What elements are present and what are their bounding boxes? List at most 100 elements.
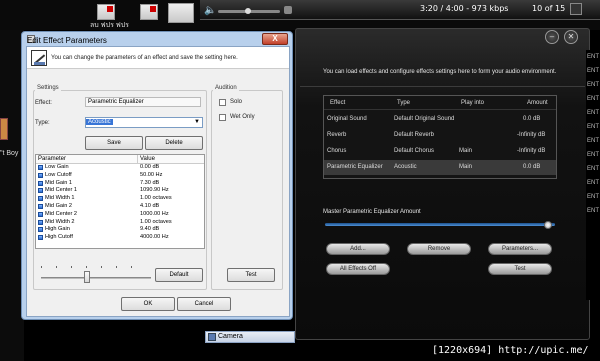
parameter-name: Low Cutoff bbox=[45, 171, 72, 178]
list-item[interactable]: Mid Width 1 1.00 octaves bbox=[36, 195, 204, 203]
close-icon[interactable]: X bbox=[262, 33, 288, 45]
table-row[interactable]: Original Sound Default Original Sound 0.… bbox=[324, 112, 556, 127]
col-amount[interactable]: Amount bbox=[527, 100, 548, 106]
type-dropdown[interactable]: Acoustic ▼ bbox=[85, 117, 203, 128]
taskbar-label: Camera bbox=[218, 333, 243, 340]
parameter-icon bbox=[38, 165, 43, 170]
background-list-item: ENT bbox=[587, 110, 599, 116]
desktop-folder-icon[interactable] bbox=[0, 118, 8, 140]
test-button[interactable]: Test bbox=[488, 263, 552, 275]
effects-table: Effect Type Play into Amount Original So… bbox=[323, 95, 557, 179]
save-button[interactable]: Save bbox=[85, 136, 143, 150]
row-type: Default Chorus bbox=[394, 148, 435, 154]
col-parameter[interactable]: Parameter bbox=[38, 156, 66, 162]
cancel-button[interactable]: Cancel bbox=[177, 297, 231, 311]
edit-effect-dialog: Edit Effect Parameters X You can change … bbox=[21, 31, 293, 320]
parameter-icon bbox=[38, 196, 43, 202]
master-amount-slider[interactable] bbox=[325, 223, 555, 226]
parameter-value: 50.00 Hz bbox=[140, 171, 163, 178]
volume-knob[interactable] bbox=[245, 8, 251, 14]
list-item[interactable]: Mid Width 2 1.00 octaves bbox=[36, 219, 204, 227]
parameter-value: 1000.00 Hz bbox=[140, 210, 169, 217]
table-row-selected[interactable]: Parametric Equalizer Acoustic Main 0.0 d… bbox=[324, 160, 556, 175]
parameter-name: Mid Width 1 bbox=[45, 195, 75, 202]
background-list-item: ENT bbox=[587, 194, 599, 200]
parameter-value: 9.40 dB bbox=[140, 226, 160, 233]
background-list-item: ENT bbox=[587, 82, 599, 88]
table-row[interactable]: Chorus Default Chorus Main -Infinity dB bbox=[324, 144, 556, 159]
parameters-button[interactable]: Parameters... bbox=[488, 243, 552, 255]
ok-button[interactable]: OK bbox=[121, 297, 175, 311]
row-effect: Parametric Equalizer bbox=[327, 164, 383, 170]
remove-button[interactable]: Remove bbox=[407, 243, 471, 255]
parameter-value: 1.00 octaves bbox=[140, 218, 172, 225]
parameter-rows: Low Gain 0.00 dB Low Cutoff 50.00 Hz Mid Gai… bbox=[36, 164, 204, 242]
parameter-name: High Gain bbox=[45, 226, 70, 233]
list-item[interactable]: Mid Center 1 1090.90 Hz bbox=[36, 187, 204, 195]
dialog-title: Edit Effect Parameters bbox=[27, 36, 107, 45]
desktop-file-icon[interactable] bbox=[168, 3, 194, 23]
parameter-icon bbox=[38, 188, 43, 194]
wet-only-label: Wet Only bbox=[230, 114, 255, 120]
desktop-label: ลบ ฟปร ฟปร bbox=[90, 22, 129, 29]
test-button[interactable]: Test bbox=[227, 268, 275, 282]
parameter-value: 0.00 dB bbox=[140, 164, 160, 170]
minimize-icon[interactable]: – bbox=[545, 30, 559, 44]
all-effects-off-button[interactable]: All Effects Off bbox=[326, 263, 390, 275]
solo-label: Solo bbox=[230, 99, 243, 105]
list-item[interactable]: Mid Gain 2 4.10 dB bbox=[36, 203, 204, 211]
taskbar-item-camera[interactable]: Camera bbox=[205, 331, 295, 343]
desktop-file-icon[interactable] bbox=[140, 4, 158, 20]
list-item[interactable]: Mid Gain 1 7.30 dB bbox=[36, 180, 204, 188]
desktop-left-label: "t Boy bbox=[0, 150, 19, 157]
list-item[interactable]: Low Cutoff 50.00 Hz bbox=[36, 172, 204, 180]
add-button[interactable]: Add... bbox=[326, 243, 390, 255]
parameter-slider[interactable] bbox=[41, 266, 151, 286]
delete-button[interactable]: Delete bbox=[145, 136, 203, 150]
row-play-into: Main bbox=[459, 148, 473, 154]
master-amount-label: Master Parametric Equalizer Amount bbox=[323, 209, 421, 215]
background-list-item: ENT bbox=[587, 208, 599, 214]
wet-only-checkbox[interactable] bbox=[219, 114, 226, 121]
list-item[interactable]: Low Gain 0.00 dB bbox=[36, 164, 204, 172]
col-effect[interactable]: Effect bbox=[330, 100, 345, 106]
list-item[interactable]: Mid Center 2 1000.00 Hz bbox=[36, 211, 204, 219]
parameter-icon bbox=[38, 235, 43, 241]
row-amount: -Infinity dB bbox=[517, 132, 546, 138]
parameter-value: 1090.90 Hz bbox=[140, 187, 169, 194]
row-type: Acoustic bbox=[394, 164, 417, 170]
close-icon[interactable]: ✕ bbox=[564, 30, 578, 44]
parameter-value: 4000.00 Hz bbox=[140, 234, 169, 241]
equalizer-icon[interactable] bbox=[284, 6, 292, 14]
parameter-value: 4.10 dB bbox=[140, 202, 160, 209]
parameter-name: Mid Gain 1 bbox=[45, 179, 73, 186]
type-label: Type: bbox=[35, 120, 50, 126]
row-effect: Chorus bbox=[327, 148, 347, 154]
list-item[interactable]: High Gain 9.40 dB bbox=[36, 226, 204, 234]
row-amount: 0.0 dB bbox=[523, 164, 541, 170]
parameter-value: 1.00 octaves bbox=[140, 195, 172, 202]
solo-checkbox[interactable] bbox=[219, 99, 226, 106]
parameter-name: Mid Gain 2 bbox=[45, 202, 73, 209]
parameter-name: Low Gain bbox=[45, 164, 69, 170]
background-list-item: ENT bbox=[587, 54, 599, 60]
desktop-file-icon[interactable] bbox=[97, 4, 115, 20]
parameter-icon bbox=[38, 219, 43, 225]
settings-label: Settings bbox=[35, 85, 61, 91]
background-list-item: ENT bbox=[587, 180, 599, 186]
parameter-icon bbox=[38, 172, 43, 178]
playlist-icon[interactable] bbox=[570, 3, 582, 15]
chevron-down-icon[interactable]: ▼ bbox=[194, 118, 200, 127]
table-row[interactable]: Reverb Default Reverb -Infinity dB bbox=[324, 128, 556, 143]
row-type: Default Original Sound bbox=[394, 116, 455, 122]
col-type[interactable]: Type bbox=[397, 100, 410, 106]
parameter-icon bbox=[38, 180, 43, 186]
audition-label: Audition bbox=[213, 85, 239, 91]
background-list-item: ENT bbox=[587, 166, 599, 172]
effects-table-header: Effect Type Play into Amount bbox=[324, 96, 556, 110]
list-item[interactable]: High Cutoff 4000.00 Hz bbox=[36, 234, 204, 242]
col-value[interactable]: Value bbox=[140, 156, 155, 162]
col-play-into[interactable]: Play into bbox=[461, 100, 484, 106]
speaker-icon[interactable]: 🔈 bbox=[204, 5, 216, 16]
default-button[interactable]: Default bbox=[155, 268, 203, 282]
